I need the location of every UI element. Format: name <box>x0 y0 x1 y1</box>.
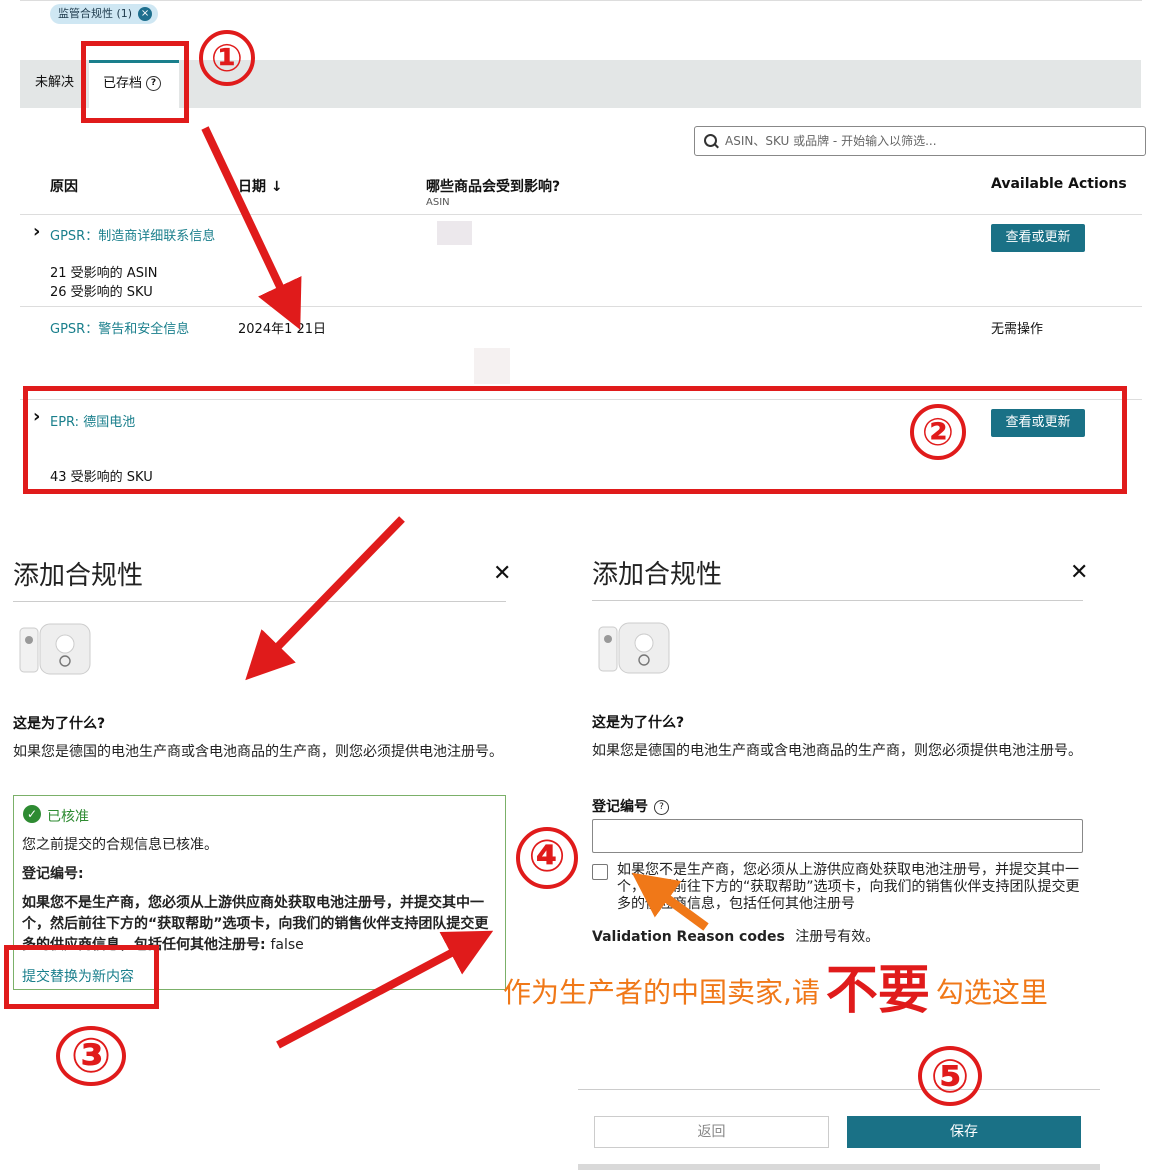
arrow-3-to-modal <box>276 930 494 1049</box>
arrow-note-to-checkbox <box>631 872 709 931</box>
arrow-1-to-2 <box>201 126 302 330</box>
annotation-arrows <box>201 126 709 1049</box>
arrow-2-to-modal <box>245 516 405 681</box>
